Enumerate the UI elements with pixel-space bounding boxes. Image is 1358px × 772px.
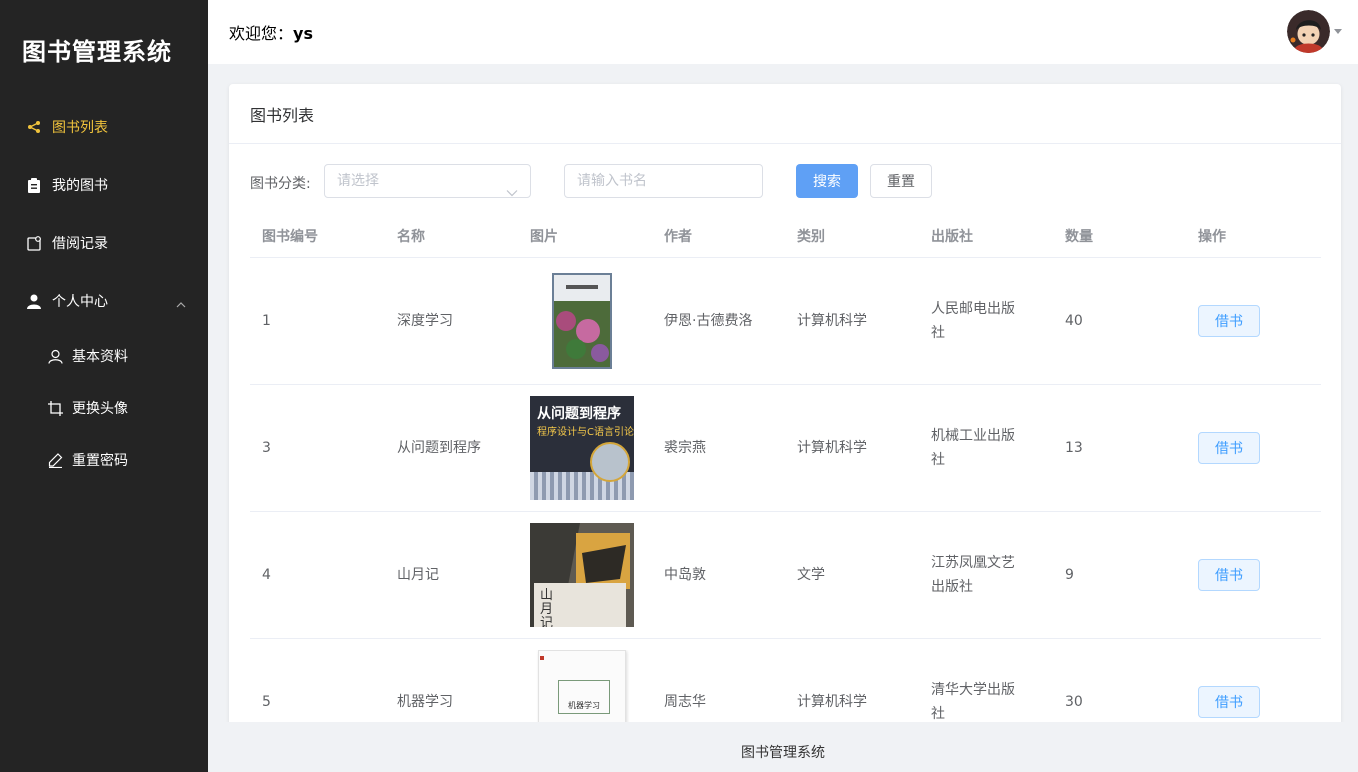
action-cell: 借书: [1186, 559, 1321, 591]
sidebar-subitem-label: 重置密码: [72, 453, 128, 469]
category-select-placeholder: 请选择: [337, 173, 379, 189]
column-header: 图书编号: [262, 229, 318, 245]
table-row: 3 从问题到程序 从问题到程序 程序设计与C语言引论 裘宗燕 计算机科学 机械工…: [250, 385, 1321, 512]
search-button[interactable]: 搜索: [796, 164, 858, 198]
book-cover: 从问题到程序 程序设计与C语言引论: [518, 396, 652, 500]
book-name: 从问题到程序: [397, 440, 481, 456]
user-outline-icon: [47, 348, 63, 364]
book-count: 13: [1065, 440, 1083, 456]
book-id: 3: [262, 440, 271, 456]
book-id: 1: [262, 313, 271, 329]
cover-title: 机器学习: [568, 701, 600, 710]
column-header: 图片: [530, 229, 558, 245]
reset-button[interactable]: 重置: [870, 164, 932, 198]
book-cover: [518, 269, 652, 373]
edit-icon: [47, 452, 63, 468]
column-header: 类别: [797, 229, 825, 245]
book-count: 30: [1065, 694, 1083, 710]
sidebar-item-label: 个人中心: [52, 294, 108, 310]
book-name: 机器学习: [397, 694, 453, 710]
cover-title: 山月记: [540, 588, 554, 628]
sidebar-item-borrow-records[interactable]: 借阅记录: [0, 214, 208, 272]
book-publisher: 机械工业出版社: [931, 428, 1015, 468]
top-header: 欢迎您：ys: [208, 0, 1358, 64]
column-header: 作者: [664, 229, 692, 245]
book-category: 计算机科学: [797, 440, 867, 456]
books-table: 图书编号 名称 图片 作者 类别 出版社 数量 操作 1 深度学习 伊恩·古德费…: [250, 216, 1321, 744]
book-category: 计算机科学: [797, 313, 867, 329]
share-icon: [26, 119, 42, 135]
user-icon: [26, 293, 42, 309]
welcome-prefix: 欢迎您：: [229, 24, 294, 43]
column-header: 出版社: [931, 229, 973, 245]
welcome-text: 欢迎您：ys: [229, 20, 313, 44]
table-header: 图书编号 名称 图片 作者 类别 出版社 数量 操作: [250, 216, 1321, 258]
sidebar-subitem-label: 基本资料: [72, 349, 128, 365]
sidebar-subitem-change-avatar[interactable]: 更换头像: [0, 382, 208, 434]
book-name: 山月记: [397, 567, 439, 583]
book-id: 4: [262, 567, 271, 583]
action-cell: 借书: [1186, 432, 1321, 464]
sidebar-subitem-reset-password[interactable]: 重置密码: [0, 434, 208, 486]
sidebar-item-book-list[interactable]: 图书列表: [0, 98, 208, 156]
chevron-down-icon: [506, 177, 518, 209]
book-category: 文学: [797, 567, 825, 583]
book-publisher: 人民邮电出版社: [931, 301, 1015, 341]
action-cell: 借书: [1186, 686, 1321, 718]
book-publisher: 江苏凤凰文艺出版社: [931, 555, 1015, 595]
book-author: 中岛敦: [664, 567, 706, 583]
sidebar-subitem-basic-info[interactable]: 基本资料: [0, 330, 208, 382]
cover-subtitle: 程序设计与C语言引论: [537, 427, 634, 438]
book-author: 周志华: [664, 694, 706, 710]
app-title: 图书管理系统: [22, 37, 172, 66]
avatar[interactable]: [1287, 10, 1330, 53]
category-select[interactable]: 请选择: [324, 164, 531, 198]
borrow-button[interactable]: 借书: [1198, 686, 1260, 718]
card-title: 图书列表: [229, 84, 1341, 144]
book-publisher: 清华大学出版社: [931, 682, 1015, 722]
book-count: 40: [1065, 313, 1083, 329]
username: ys: [293, 24, 313, 43]
book-name-input[interactable]: [564, 164, 763, 198]
column-header: 数量: [1065, 229, 1093, 245]
borrow-button[interactable]: 借书: [1198, 559, 1260, 591]
borrow-button[interactable]: 借书: [1198, 305, 1260, 337]
sidebar-item-my-books[interactable]: 我的图书: [0, 156, 208, 214]
clipboard-icon: [26, 177, 42, 193]
book-cover-image: [530, 269, 634, 373]
book-id: 5: [262, 694, 271, 710]
filter-bar: 图书分类: 请选择 搜索 重置: [250, 164, 1321, 198]
chevron-down-icon[interactable]: [1334, 29, 1342, 34]
book-count: 9: [1065, 567, 1074, 583]
sidebar-item-personal-center[interactable]: 个人中心: [0, 272, 208, 330]
book-author: 伊恩·古德费洛: [664, 313, 753, 329]
crop-icon: [47, 400, 63, 416]
book-cover-image: 从问题到程序 程序设计与C语言引论: [530, 396, 634, 500]
sidebar-item-label: 借阅记录: [52, 236, 108, 252]
footer: 图书管理系统: [208, 722, 1358, 772]
column-header: 名称: [397, 229, 425, 245]
borrow-button[interactable]: 借书: [1198, 432, 1260, 464]
book-list-card: 图书列表 图书分类: 请选择 搜索 重置 图书编号 名称 图片 作者 类别 出版…: [229, 84, 1341, 744]
sidebar-item-label: 图书列表: [52, 120, 108, 136]
book-category: 计算机科学: [797, 694, 867, 710]
record-icon: [26, 235, 42, 251]
book-cover: 山月记: [518, 523, 652, 627]
column-header: 操作: [1198, 229, 1226, 245]
book-cover-image: 山月记: [530, 523, 634, 627]
sidebar: 图书管理系统 图书列表 我的图书 借阅记录 个人中心 基本资料 更换头像 重置密…: [0, 0, 208, 772]
category-label: 图书分类:: [250, 176, 311, 192]
table-row: 1 深度学习 伊恩·古德费洛 计算机科学 人民邮电出版社 40 借书: [250, 258, 1321, 385]
chevron-up-icon: [176, 296, 186, 312]
table-row: 4 山月记 山月记 中岛敦 文学 江苏凤凰文艺出版社 9 借书: [250, 512, 1321, 639]
book-author: 裘宗燕: [664, 440, 706, 456]
book-name: 深度学习: [397, 313, 453, 329]
sidebar-subitem-label: 更换头像: [72, 401, 128, 417]
sidebar-item-label: 我的图书: [52, 178, 108, 194]
action-cell: 借书: [1186, 305, 1321, 337]
